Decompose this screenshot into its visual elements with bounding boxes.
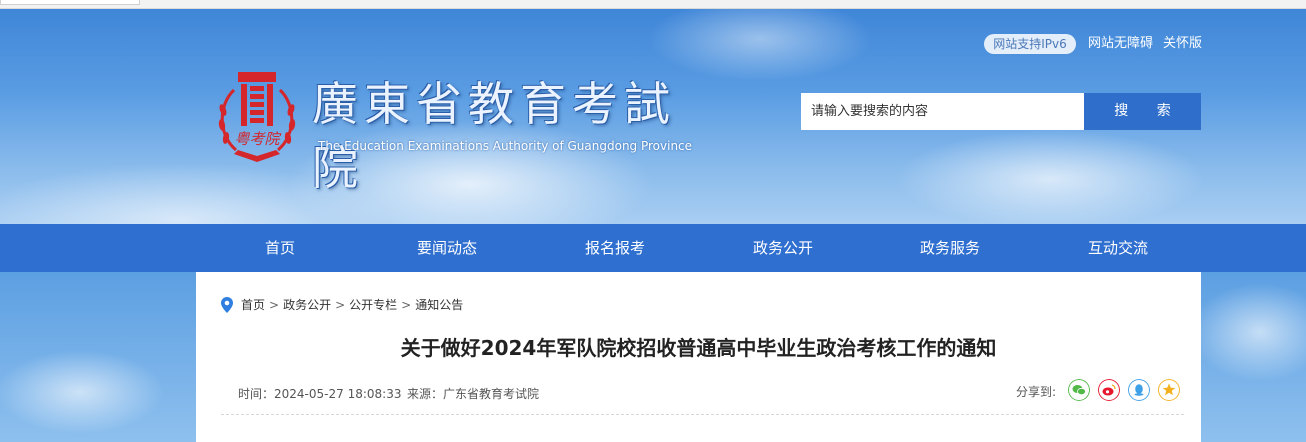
logo-emblem-icon[interactable]: 粤考院 (214, 70, 300, 164)
browser-top-strip (0, 0, 1306, 9)
accessibility-link[interactable]: 网站无障碍 (1088, 34, 1153, 54)
care-mode-link[interactable]: 关怀版 (1163, 34, 1202, 54)
nav-item-registration[interactable]: 报名报考 (545, 224, 685, 272)
browser-tab[interactable] (0, 0, 140, 5)
search-button[interactable]: 搜 索 (1084, 93, 1201, 130)
nav-item-interaction[interactable]: 互动交流 (1048, 224, 1188, 272)
wechat-icon[interactable] (1068, 379, 1090, 401)
nav-item-news[interactable]: 要闻动态 (377, 224, 517, 272)
article-source: 来源：广东省教育考试院 (407, 386, 539, 402)
ipv6-badge[interactable]: 网站支持IPv6 (984, 34, 1076, 54)
qzone-icon[interactable] (1158, 379, 1180, 401)
breadcrumb-separator: > (269, 298, 280, 312)
nav-item-services[interactable]: 政务服务 (880, 224, 1020, 272)
share-label: 分享到: (1016, 385, 1057, 399)
source-value: 广东省教育考试院 (443, 387, 540, 401)
site-title[interactable]: 廣東省教育考試院 (312, 72, 712, 195)
breadcrumb-disclosure[interactable]: 政务公开 (283, 298, 331, 312)
source-label: 来源： (407, 387, 444, 401)
time-label: 时间： (238, 387, 275, 401)
qq-icon[interactable] (1128, 379, 1150, 401)
breadcrumb-column[interactable]: 公开专栏 (349, 298, 397, 312)
search-input[interactable] (801, 93, 1084, 130)
breadcrumb: 首页 > 政务公开 > 公开专栏 > 通知公告 (241, 297, 463, 313)
nav-item-home[interactable]: 首页 (210, 224, 350, 272)
breadcrumb-separator: > (401, 298, 412, 312)
article-title: 关于做好2024年军队院校招收普通高中毕业生政治考核工作的通知 (400, 336, 997, 360)
svg-text:粤考院: 粤考院 (234, 130, 281, 148)
title-divider (221, 414, 1184, 415)
publish-time: 时间：2024-05-27 18:08:33 (238, 386, 401, 402)
weibo-icon[interactable] (1098, 379, 1120, 401)
breadcrumb-notices[interactable]: 通知公告 (415, 298, 463, 312)
nav-item-disclosure[interactable]: 政务公开 (713, 224, 853, 272)
time-value: 2024-05-27 18:08:33 (274, 387, 402, 401)
breadcrumb-home[interactable]: 首页 (241, 298, 265, 312)
location-pin-icon (221, 297, 233, 313)
content-panel: 首页 > 政务公开 > 公开专栏 > 通知公告 关于做好2024年军队院校招收普通高中毕业生… (196, 272, 1201, 442)
breadcrumb-separator: > (335, 298, 346, 312)
site-subtitle: The Education Examinations Authority of … (318, 139, 693, 153)
main-nav: 首页 要闻动态 报名报考 政务公开 政务服务 互动交流 (0, 224, 1306, 272)
